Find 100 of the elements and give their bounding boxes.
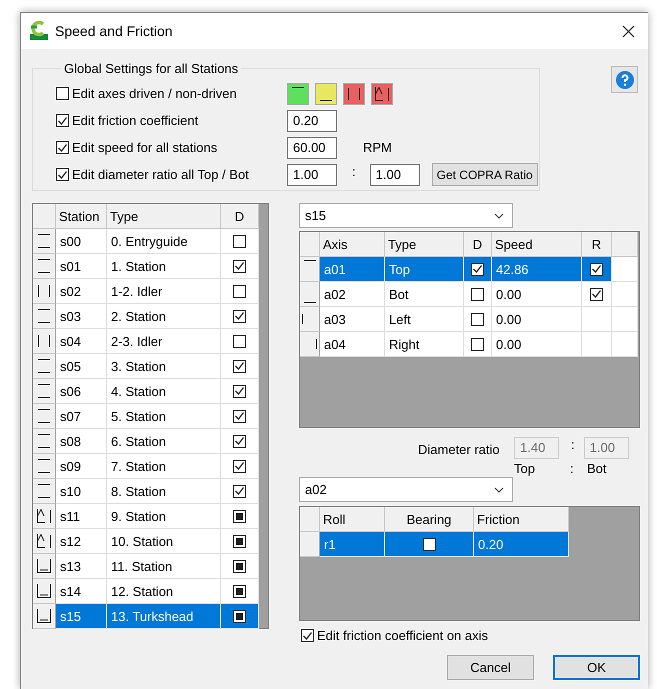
dialog-button[interactable]: Cancel <box>447 655 534 680</box>
row-header[interactable] <box>33 429 56 454</box>
checkbox[interactable] <box>471 288 484 300</box>
table-cell[interactable]: s01 <box>56 254 107 279</box>
checkbox[interactable] <box>233 234 246 248</box>
dialog-button[interactable]: OK <box>553 655 640 680</box>
table-cell[interactable]: r1 <box>320 532 385 557</box>
row-header[interactable] <box>33 529 56 554</box>
column-header[interactable]: Station <box>56 204 107 229</box>
top-ratio-field[interactable]: 1.00 <box>287 164 337 186</box>
table-cell[interactable]: 2-3. Idler <box>107 329 221 354</box>
column-header[interactable]: D <box>221 204 259 229</box>
table-cell[interactable]: Left <box>385 307 464 332</box>
checkbox[interactable] <box>233 560 246 572</box>
table-cell[interactable]: 1. Station <box>107 254 221 279</box>
table-cell[interactable]: 11. Station <box>107 554 221 579</box>
get-ratio-button[interactable]: Get COPRA Ratio <box>432 163 538 186</box>
table-cell[interactable]: a03 <box>320 307 385 332</box>
table-cell[interactable]: Right <box>385 332 464 357</box>
table-cell[interactable]: 6. Station <box>107 429 221 454</box>
table-cell[interactable]: 2. Station <box>107 304 221 329</box>
table-cell[interactable]: s07 <box>56 404 107 429</box>
checkbox[interactable] <box>233 434 246 448</box>
row-header[interactable] <box>33 229 56 254</box>
row-header[interactable] <box>33 504 56 529</box>
checkbox[interactable] <box>233 384 246 398</box>
table-cell[interactable]: 0. Entryguide <box>107 229 221 254</box>
table-cell[interactable]: 4. Station <box>107 379 221 404</box>
help-button[interactable] <box>611 66 638 93</box>
table-cell[interactable]: Top <box>385 257 464 282</box>
checkbox[interactable] <box>590 262 603 276</box>
column-header[interactable]: Friction <box>474 507 569 532</box>
table-cell[interactable]: 3. Station <box>107 354 221 379</box>
checkbox[interactable] <box>233 484 246 498</box>
table-cell[interactable]: 5. Station <box>107 404 221 429</box>
checkbox[interactable] <box>233 284 246 298</box>
table-cell[interactable]: a02 <box>320 282 385 307</box>
table-cell[interactable]: 7. Station <box>107 454 221 479</box>
row-header[interactable] <box>33 354 56 379</box>
row-header[interactable] <box>33 329 56 354</box>
friction-field[interactable]: 0.20 <box>287 110 337 132</box>
table-cell[interactable]: s04 <box>56 329 107 354</box>
table-cell[interactable]: a01 <box>320 257 385 282</box>
axis-color-button[interactable] <box>315 82 337 104</box>
checkbox[interactable] <box>422 538 436 550</box>
checkbox[interactable] <box>471 262 484 276</box>
table-cell[interactable]: s14 <box>56 579 107 604</box>
column-header[interactable]: Axis <box>320 232 385 257</box>
table-cell[interactable]: 9. Station <box>107 504 221 529</box>
table-cell[interactable]: s09 <box>56 454 107 479</box>
checkbox[interactable] <box>233 334 246 348</box>
checkbox[interactable] <box>56 168 69 181</box>
table-cell[interactable]: s03 <box>56 304 107 329</box>
row-header[interactable] <box>300 282 320 307</box>
table-cell[interactable]: s00 <box>56 229 107 254</box>
table-cell[interactable]: s13 <box>56 554 107 579</box>
row-header[interactable] <box>33 454 56 479</box>
table-cell[interactable]: 12. Station <box>107 579 221 604</box>
checkbox[interactable] <box>590 288 603 300</box>
table-cell[interactable]: s08 <box>56 429 107 454</box>
bot-ratio-field[interactable]: 1.00 <box>370 164 420 186</box>
column-header[interactable]: R <box>582 232 612 257</box>
checkbox[interactable] <box>233 510 246 522</box>
checkbox[interactable] <box>233 260 246 272</box>
row-header[interactable] <box>33 254 56 279</box>
column-header[interactable]: D <box>464 232 492 257</box>
table-cell[interactable]: a04 <box>320 332 385 357</box>
table-cell[interactable]: 0.00 <box>492 332 582 357</box>
row-header[interactable] <box>33 604 56 629</box>
checkbox[interactable] <box>233 310 246 322</box>
column-header[interactable]: Type <box>107 204 221 229</box>
row-header[interactable] <box>33 304 56 329</box>
checkbox[interactable] <box>56 114 69 127</box>
checkbox[interactable] <box>233 410 246 422</box>
axis-color-button[interactable] <box>371 82 393 104</box>
row-header[interactable] <box>33 579 56 604</box>
checkbox[interactable] <box>301 629 314 642</box>
table-cell[interactable]: 0.00 <box>492 282 582 307</box>
checkbox[interactable] <box>233 534 246 548</box>
row-header[interactable] <box>33 379 56 404</box>
row-header[interactable] <box>300 257 320 282</box>
axis-dropdown[interactable]: a02 <box>299 477 513 502</box>
table-cell[interactable]: s12 <box>56 529 107 554</box>
station-dropdown[interactable]: s15 <box>299 203 513 228</box>
checkbox[interactable] <box>56 141 69 154</box>
axis-color-button[interactable] <box>287 82 309 104</box>
table-cell[interactable]: s06 <box>56 379 107 404</box>
table-cell[interactable]: s15 <box>56 604 107 629</box>
table-cell[interactable]: 0.20 <box>474 532 569 557</box>
row-header[interactable] <box>33 279 56 304</box>
table-cell[interactable]: 42.86 <box>492 257 582 282</box>
table-cell[interactable]: Bot <box>385 282 464 307</box>
row-header[interactable] <box>33 404 56 429</box>
table-cell[interactable]: 10. Station <box>107 529 221 554</box>
checkbox[interactable] <box>233 584 246 598</box>
checkbox[interactable] <box>471 312 484 326</box>
table-cell[interactable]: s10 <box>56 479 107 504</box>
table-cell[interactable]: s05 <box>56 354 107 379</box>
checkbox[interactable] <box>233 610 246 622</box>
table-cell[interactable]: s02 <box>56 279 107 304</box>
